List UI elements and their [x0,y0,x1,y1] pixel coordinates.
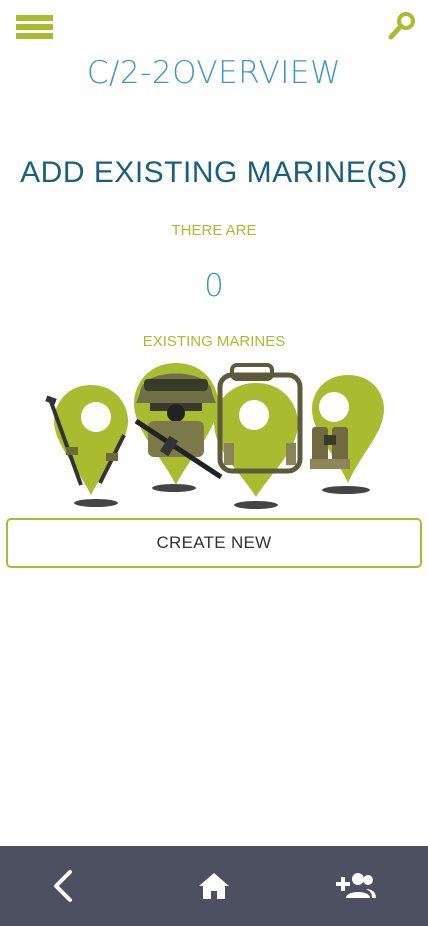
hamburger-menu-icon[interactable] [16,15,53,45]
back-button[interactable] [22,846,102,926]
there-are-label: THERE ARE [171,222,257,239]
add-user-icon [336,873,376,898]
chevron-left-icon [54,870,72,902]
search-icon[interactable] [386,10,418,42]
existing-marines-label: EXISTING MARINES [142,333,286,350]
home-button[interactable] [174,846,254,926]
create-new-button[interactable]: CREATE NEW [6,518,422,568]
page-title: C/2-2OVERVIEW [86,55,342,91]
home-icon [199,873,229,899]
add-user-button[interactable] [316,846,396,926]
add-marines-headline: ADD EXISTING MARINE(S) [20,156,408,189]
marine-gear-pins-illustration [36,355,396,515]
bottom-navigation-bar [0,846,428,926]
marine-count: 0 [204,268,224,304]
